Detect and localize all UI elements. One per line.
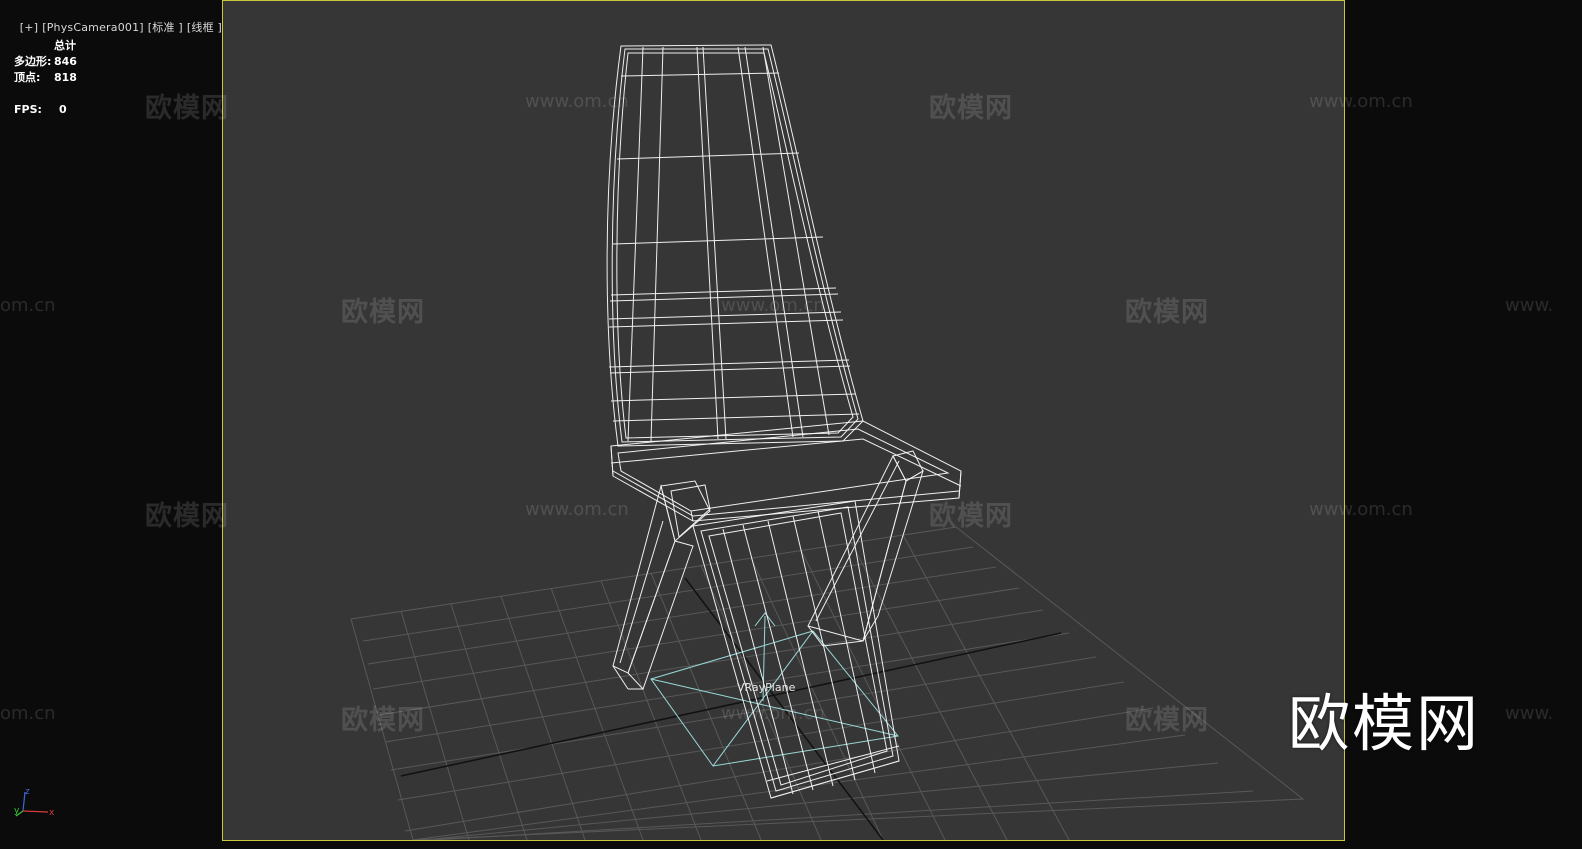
brand-logo: 欧模网 xyxy=(1288,687,1481,760)
fps-label: FPS: xyxy=(14,103,42,116)
watermark-url-partial: www. xyxy=(1505,295,1554,316)
axis-x-label: x xyxy=(49,808,55,818)
watermark-url-partial: www. xyxy=(1505,703,1554,724)
axis-gizmo: z y x xyxy=(14,787,55,818)
viewport-plus-menu[interactable]: [+] xyxy=(20,21,38,34)
polygons-value: 846 xyxy=(54,55,77,68)
chair-left-leg xyxy=(612,480,711,690)
watermark-url-partial: om.cn xyxy=(0,703,56,724)
watermark-url-partial: om.cn xyxy=(0,295,56,316)
axis-y-label: y xyxy=(14,806,20,816)
watermark-logo: 欧模网 xyxy=(145,93,229,124)
viewport-camera-menu[interactable]: [PhysCamera001] xyxy=(42,21,144,34)
polygons-label: 多边形: xyxy=(14,55,52,68)
stats-header: 总计 xyxy=(54,39,76,52)
scene-wireframe xyxy=(350,44,1305,840)
viewport[interactable]: [+] [PhysCamera001] [标准 ] [线框 ] 总计 多边形: 846… xyxy=(0,0,1582,849)
watermark-logo: 欧模网 xyxy=(145,501,229,532)
statistics-overlay: 总计 多边形: 846 顶点: 818 FPS: 0 xyxy=(14,38,77,118)
chair-seat xyxy=(610,420,962,522)
vray-plane-label: VRayPlane xyxy=(737,681,796,694)
viewport-shading-menu[interactable]: [标准 ] xyxy=(148,21,183,34)
viewport-display-menu[interactable]: [线框 ] xyxy=(187,21,222,34)
vertices-label: 顶点: xyxy=(14,71,41,84)
vertices-value: 818 xyxy=(54,71,77,84)
ground-axes xyxy=(400,577,1062,840)
fps-value: 0 xyxy=(59,103,67,116)
axis-z-label: z xyxy=(25,787,30,797)
chair-backrest xyxy=(606,44,864,447)
chair-right-leg xyxy=(807,450,924,647)
safe-frame xyxy=(222,0,1345,841)
